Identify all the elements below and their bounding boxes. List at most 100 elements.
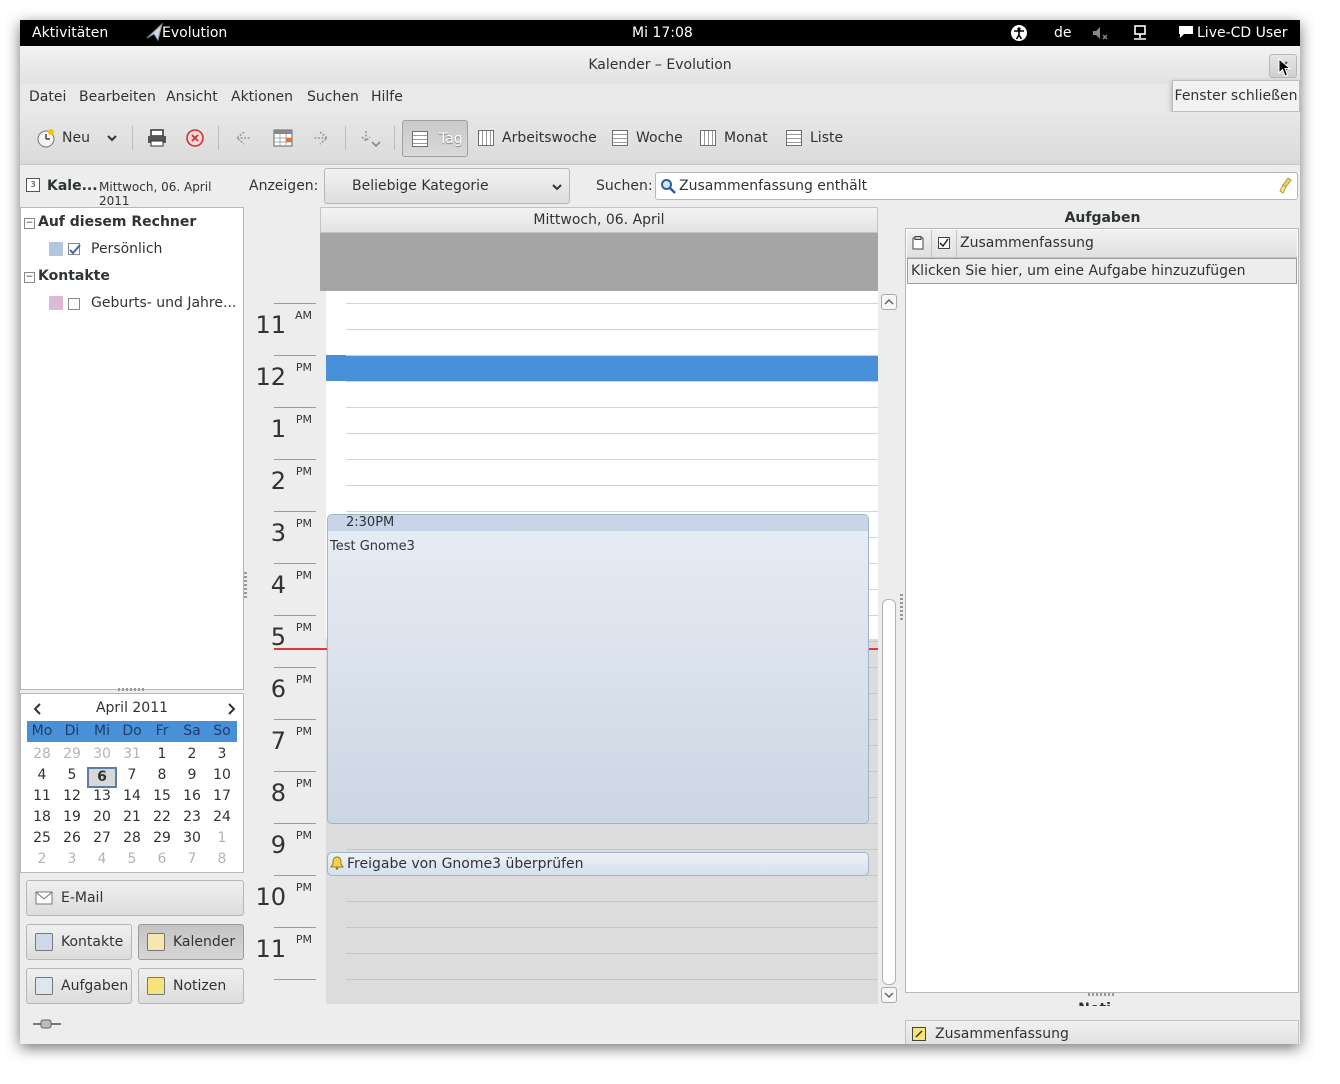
scroll-thumb[interactable] xyxy=(882,599,896,985)
day-cell[interactable]: 7 xyxy=(117,767,147,783)
volume-muted-icon[interactable] xyxy=(1092,26,1110,40)
day-header[interactable]: Mittwoch, 06. April xyxy=(320,207,878,233)
offline-status-icon[interactable] xyxy=(32,1017,62,1031)
pane-grip[interactable] xyxy=(244,572,247,600)
day-cell[interactable]: 25 xyxy=(27,830,57,846)
day-cell[interactable]: 27 xyxy=(87,830,117,846)
all-day-area[interactable] xyxy=(320,233,878,291)
day-cell[interactable]: 14 xyxy=(117,788,147,804)
switcher-contacts[interactable]: Kontakte xyxy=(26,924,132,960)
day-cell[interactable]: 8 xyxy=(147,767,177,783)
day-cell[interactable]: 28 xyxy=(117,830,147,846)
accessibility-icon[interactable] xyxy=(1011,25,1027,41)
today-button[interactable] xyxy=(272,112,294,164)
day-cell[interactable]: 1 xyxy=(207,830,237,846)
day-cell[interactable]: 16 xyxy=(177,788,207,804)
menu-bearbeiten[interactable]: Bearbeiten xyxy=(79,89,156,105)
task-type-column[interactable] xyxy=(907,230,932,257)
scroll-up-button[interactable] xyxy=(881,294,897,310)
new-button[interactable]: Neu xyxy=(36,112,90,164)
menu-suchen[interactable]: Suchen xyxy=(307,89,359,105)
view-workweek-button[interactable]: Arbeitswoche xyxy=(478,112,597,164)
day-cell[interactable]: 7 xyxy=(177,851,207,867)
day-cell[interactable]: 21 xyxy=(117,809,147,825)
collapse-icon[interactable]: − xyxy=(24,272,35,283)
pane-grip[interactable] xyxy=(900,594,903,622)
menu-aktionen[interactable]: Aktionen xyxy=(231,89,293,105)
day-cell[interactable]: 4 xyxy=(27,767,57,783)
day-cell[interactable]: 8 xyxy=(207,851,237,867)
day-cell[interactable]: 5 xyxy=(57,767,87,783)
event-freigabe[interactable]: Freigabe von Gnome3 überprüfen xyxy=(327,852,869,876)
event-test-gnome3[interactable]: 2:30PM Test Gnome3 xyxy=(327,514,869,824)
day-cell[interactable]: 11 xyxy=(27,788,57,804)
category-select[interactable]: Beliebige Kategorie xyxy=(324,168,570,204)
day-cell[interactable]: 4 xyxy=(87,851,117,867)
switcher-mail[interactable]: E-Mail xyxy=(26,880,244,916)
switcher-memos[interactable]: Notizen xyxy=(138,968,244,1004)
switcher-calendar[interactable]: Kalender xyxy=(138,924,244,960)
keyboard-layout[interactable]: de xyxy=(1054,25,1072,41)
previous-button[interactable] xyxy=(232,112,254,164)
memo-summary-column[interactable]: Zusammenfassung xyxy=(935,1026,1069,1042)
day-cell[interactable]: 28 xyxy=(27,746,57,762)
clock[interactable]: Mi 17:08 xyxy=(632,25,693,41)
personal-checkbox[interactable] xyxy=(68,243,81,255)
scroll-down-button[interactable] xyxy=(881,987,897,1003)
day-cell[interactable]: 12 xyxy=(57,788,87,804)
timeline-scrollbar[interactable] xyxy=(880,293,898,1004)
new-dropdown-button[interactable] xyxy=(106,112,118,164)
menu-hilfe[interactable]: Hilfe xyxy=(371,89,403,105)
day-cell[interactable]: 20 xyxy=(87,809,117,825)
day-cell[interactable]: 1 xyxy=(147,746,177,762)
day-cell[interactable]: 26 xyxy=(57,830,87,846)
next-button[interactable] xyxy=(310,112,332,164)
day-cell[interactable]: 30 xyxy=(87,746,117,762)
delete-button[interactable] xyxy=(185,112,205,164)
collapse-icon[interactable]: − xyxy=(24,218,35,229)
day-cell[interactable]: 29 xyxy=(57,746,87,762)
user-menu[interactable]: Live-CD User xyxy=(1197,25,1288,41)
view-week-button[interactable]: Woche xyxy=(612,112,683,164)
day-cell[interactable]: 22 xyxy=(147,809,177,825)
day-cell[interactable]: 29 xyxy=(147,830,177,846)
day-cell[interactable]: 6 xyxy=(87,767,117,788)
calendar-birthdays[interactable]: Geburts- und Jahre... xyxy=(91,295,236,311)
task-summary-column[interactable]: Zusammenfassung xyxy=(960,235,1094,251)
day-cell[interactable]: 17 xyxy=(207,788,237,804)
day-cell[interactable]: 15 xyxy=(147,788,177,804)
day-cell[interactable]: 24 xyxy=(207,809,237,825)
day-cell[interactable]: 18 xyxy=(27,809,57,825)
calendar-personal[interactable]: Persönlich xyxy=(91,241,162,257)
view-month-button[interactable]: Monat xyxy=(700,112,768,164)
day-cell[interactable]: 10 xyxy=(207,767,237,783)
search-field[interactable]: Zusammenfassung enthält xyxy=(655,172,1298,200)
view-list-button[interactable]: Liste xyxy=(786,112,843,164)
print-button[interactable] xyxy=(146,112,168,164)
day-cell[interactable]: 30 xyxy=(177,830,207,846)
clear-icon[interactable] xyxy=(1279,177,1293,195)
pane-grip[interactable] xyxy=(1088,993,1116,996)
menu-ansicht[interactable]: Ansicht xyxy=(166,89,218,105)
day-cell[interactable]: 6 xyxy=(147,851,177,867)
pane-grip[interactable] xyxy=(118,688,146,691)
add-task-row[interactable]: Klicken Sie hier, um eine Aufgabe hinzuz… xyxy=(907,258,1297,284)
network-icon[interactable] xyxy=(1132,25,1148,41)
day-cell[interactable]: 9 xyxy=(177,767,207,783)
app-menu[interactable]: Evolution xyxy=(162,25,227,41)
day-cell[interactable]: 13 xyxy=(87,788,117,804)
day-cell[interactable]: 3 xyxy=(207,746,237,762)
view-day-button[interactable]: Tag xyxy=(402,120,468,157)
switcher-tasks[interactable]: Aufgaben xyxy=(26,968,132,1004)
goto-date-button[interactable] xyxy=(360,112,382,164)
day-cell[interactable]: 19 xyxy=(57,809,87,825)
selected-slot[interactable] xyxy=(326,355,878,381)
birthdays-checkbox[interactable] xyxy=(68,298,80,310)
search-icon[interactable] xyxy=(660,178,676,194)
day-cell[interactable]: 2 xyxy=(177,746,207,762)
day-cell[interactable]: 3 xyxy=(57,851,87,867)
chat-status-icon[interactable] xyxy=(1178,25,1194,39)
day-cell[interactable]: 31 xyxy=(117,746,147,762)
next-month-icon[interactable] xyxy=(226,703,236,715)
task-complete-column[interactable] xyxy=(932,230,957,257)
